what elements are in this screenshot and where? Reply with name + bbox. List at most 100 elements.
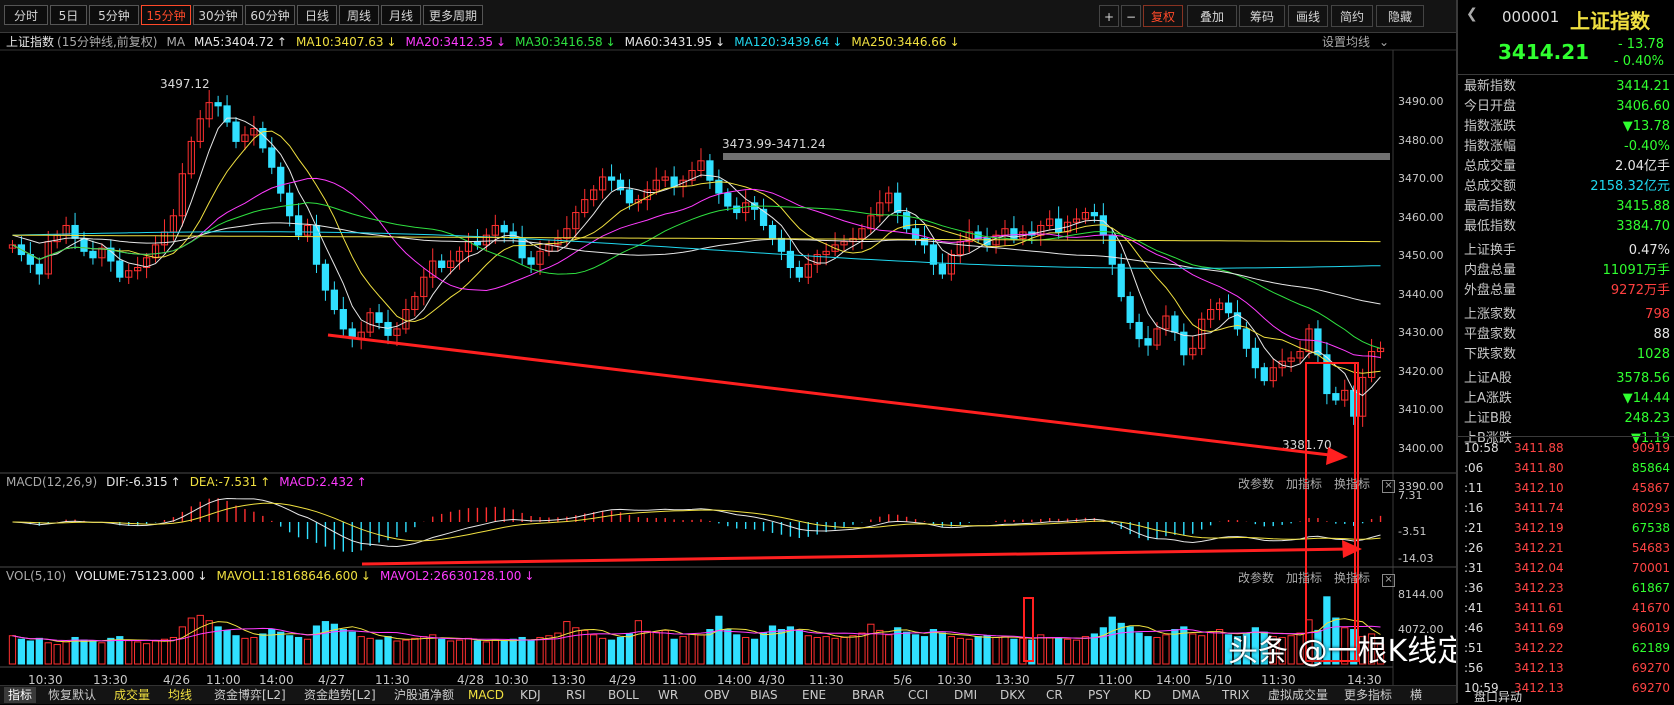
volume-bar — [312, 625, 321, 665]
volume-bar — [750, 638, 759, 665]
dea-value: DEA:-7.531 ↑ — [189, 475, 271, 489]
indicator-tab[interactable]: 沪股通净额 — [394, 687, 454, 703]
macd-edit-params[interactable]: 改参数 — [1238, 477, 1274, 491]
indicator-tabbar: 指标 恢复默认 成交量 均线 资金博弈[L2] 资金趋势[L2] 沪股通净额 MACD KDJ R… — [0, 685, 1456, 704]
tick-time: :36 — [1464, 581, 1484, 595]
volume-bar — [733, 634, 741, 665]
volume-bar — [759, 632, 768, 665]
indicator-tab[interactable]: 成交量 — [114, 687, 150, 703]
volume-bar — [625, 633, 634, 665]
indicator-tab[interactable]: OBV — [704, 687, 730, 703]
volume-bar — [1010, 638, 1018, 665]
macd-add-indicator[interactable]: 加指标 — [1286, 477, 1322, 491]
indicator-tab[interactable]: TRIX — [1222, 687, 1249, 703]
quote-stat-value: 3578.56 — [1616, 371, 1670, 386]
indicator-tab[interactable]: KDJ — [520, 687, 541, 703]
volume-bar — [464, 637, 473, 665]
indicator-tab[interactable]: 均线 — [168, 687, 192, 703]
close-icon[interactable]: × — [1382, 574, 1396, 587]
indicator-tab[interactable]: ENE — [802, 687, 826, 703]
indicator-tab[interactable]: CR — [1046, 687, 1063, 703]
indicator-tab[interactable]: 虚拟成交量 — [1268, 687, 1328, 703]
quote-stat-label: 下跌家数 — [1464, 347, 1517, 362]
volume-bar — [169, 636, 178, 665]
indicator-tab[interactable]: 更多指标 — [1344, 687, 1392, 703]
tick-time: :41 — [1464, 601, 1484, 615]
volume-bar — [956, 637, 964, 665]
volume-bar — [777, 629, 786, 665]
indicator-tab[interactable]: WR — [658, 687, 678, 703]
close-icon[interactable]: × — [1382, 480, 1396, 493]
volume-bar — [947, 636, 955, 665]
indicator-tab[interactable]: 横 — [1410, 687, 1422, 703]
volume-bar — [1117, 622, 1125, 665]
divider — [1458, 74, 1674, 75]
volume-bar — [214, 626, 222, 665]
volume-bar — [590, 634, 598, 665]
candle — [473, 241, 482, 246]
price-axis-label: 3490.00 — [1398, 95, 1444, 108]
volume-bar — [804, 635, 812, 665]
indicator-tab[interactable]: BOLL — [608, 687, 639, 703]
volume-bar — [724, 629, 732, 665]
price-change: - 13.78 — [1617, 37, 1664, 52]
quote-stat-value: 2158.32亿元 — [1590, 179, 1670, 194]
indicator-tab[interactable]: BRAR — [852, 687, 885, 703]
candle — [607, 176, 616, 181]
volume-bar — [232, 635, 240, 665]
volume-bar — [8, 635, 17, 665]
quote-stat-row: 总成交量 2.04亿手 — [1464, 158, 1670, 176]
volume-bar — [920, 636, 929, 665]
footer-alert[interactable]: 盘口异动 — [1474, 688, 1522, 705]
high-label: 3497.12 — [160, 77, 210, 91]
vol-add-indicator[interactable]: 加指标 — [1286, 571, 1322, 585]
macd-switch-indicator[interactable]: 换指标 — [1334, 477, 1370, 491]
volume-bar — [223, 629, 231, 665]
indicator-tab[interactable]: BIAS — [750, 687, 778, 703]
indicator-tab[interactable]: PSY — [1088, 687, 1110, 703]
divider — [1458, 436, 1674, 437]
indicator-tab[interactable]: 指标 — [4, 687, 37, 703]
indicator-tab[interactable]: CCI — [908, 687, 928, 703]
tick-price: 3411.74 — [1514, 501, 1564, 515]
chevron-left-icon[interactable]: ❮ — [1466, 6, 1478, 22]
price-change-pct: - 0.40% — [1613, 54, 1664, 69]
volume-bar — [1198, 635, 1206, 665]
indicator-tab[interactable]: DMA — [1172, 687, 1200, 703]
quote-stat-row: 今日开盘 3406.60 — [1464, 98, 1670, 116]
volume-bar — [44, 642, 52, 665]
tick-volume: 41670 — [1631, 601, 1670, 615]
mavol2-value: MAVOL2:26630128.100 ↓ — [379, 569, 535, 583]
indicator-tab[interactable]: KD — [1134, 687, 1151, 703]
volume-bar — [1081, 636, 1090, 665]
indicator-tab[interactable]: 恢复默认 — [48, 687, 96, 703]
candle — [1251, 347, 1259, 369]
volume-bar — [598, 637, 607, 665]
indicator-tab[interactable]: RSI — [566, 687, 586, 703]
tick-row: :36 3412.23 61867 — [1464, 579, 1670, 598]
indicator-tab[interactable]: DMI — [954, 687, 977, 703]
vol-legend: VOL(5,10) VOLUME:75123.000 ↓ MAVOL1:1816864… — [6, 569, 543, 583]
quote-stat-value: 2.04亿手 — [1615, 159, 1670, 174]
indicator-tab[interactable]: DKX — [1000, 687, 1025, 703]
tick-volume: 67538 — [1631, 521, 1670, 535]
tick-price: 3412.21 — [1514, 541, 1564, 555]
candle — [214, 102, 222, 107]
vol-edit-params[interactable]: 改参数 — [1238, 571, 1274, 585]
indicator-tab[interactable]: 资金趋势[L2] — [304, 687, 376, 703]
tick-row: 10:58 3411.88 90919 — [1464, 439, 1670, 458]
indicator-tab[interactable]: MACD — [468, 687, 504, 703]
candle — [1260, 367, 1268, 382]
volume-bar — [840, 636, 848, 665]
indicator-tab[interactable]: 资金博弈[L2] — [214, 687, 286, 703]
vol-switch-indicator[interactable]: 换指标 — [1334, 571, 1370, 585]
volume-bar — [1055, 637, 1063, 665]
mavol1-value: MAVOL1:18168646.600 ↓ — [216, 569, 371, 583]
volume-bar — [518, 636, 526, 665]
quote-stat-label: 指数涨跌 — [1464, 119, 1517, 134]
quote-stat-row: 上涨家数 798 — [1464, 306, 1670, 324]
quote-stat-label: 指数涨幅 — [1464, 139, 1517, 154]
volume-bar — [1046, 636, 1054, 665]
candle — [894, 192, 902, 214]
tick-row: :56 3412.13 69270 — [1464, 659, 1670, 678]
